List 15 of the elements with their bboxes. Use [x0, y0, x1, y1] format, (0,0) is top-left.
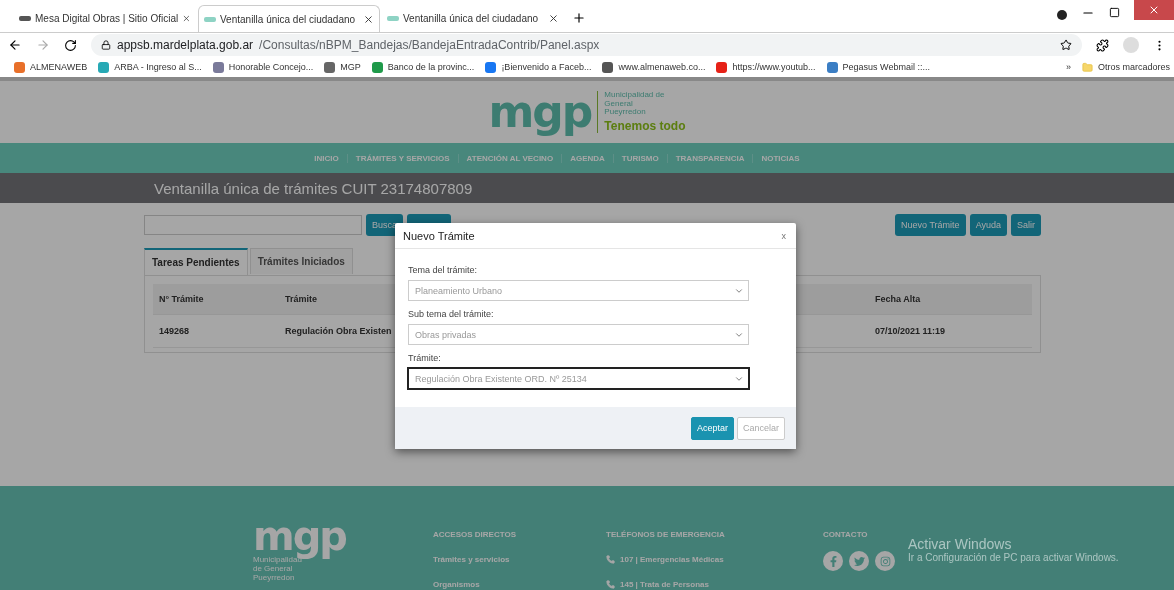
footer-heading: CONTACTO	[823, 530, 869, 539]
activation-title: Activar Windows	[908, 536, 1013, 552]
slogan: Tenemos todo	[604, 119, 686, 134]
column-header: N° Trámite	[153, 284, 279, 315]
field-label: Tema del trámite:	[408, 265, 479, 275]
footer-heading: ACCESOS DIRECTOS	[433, 530, 517, 539]
site-logo: mgp	[488, 90, 592, 134]
column-header: Fecha Alta	[869, 284, 1032, 315]
dialog-title: Nuevo Trámite	[403, 229, 475, 242]
activation-text: Ir a Configuración de PC para activar Windows.	[908, 552, 1119, 563]
logo-caption: Municipalidad de General Pueyrredon	[604, 90, 666, 118]
logo-caption: Municipalidad de General Pueyrredon	[253, 556, 302, 583]
field-label: Trámite:	[408, 353, 442, 363]
page-title: Ventanilla única de trámites CUIT 23174807809	[154, 179, 473, 197]
footer-heading: TELÉFONOS DE EMERGENCIA	[606, 530, 726, 539]
